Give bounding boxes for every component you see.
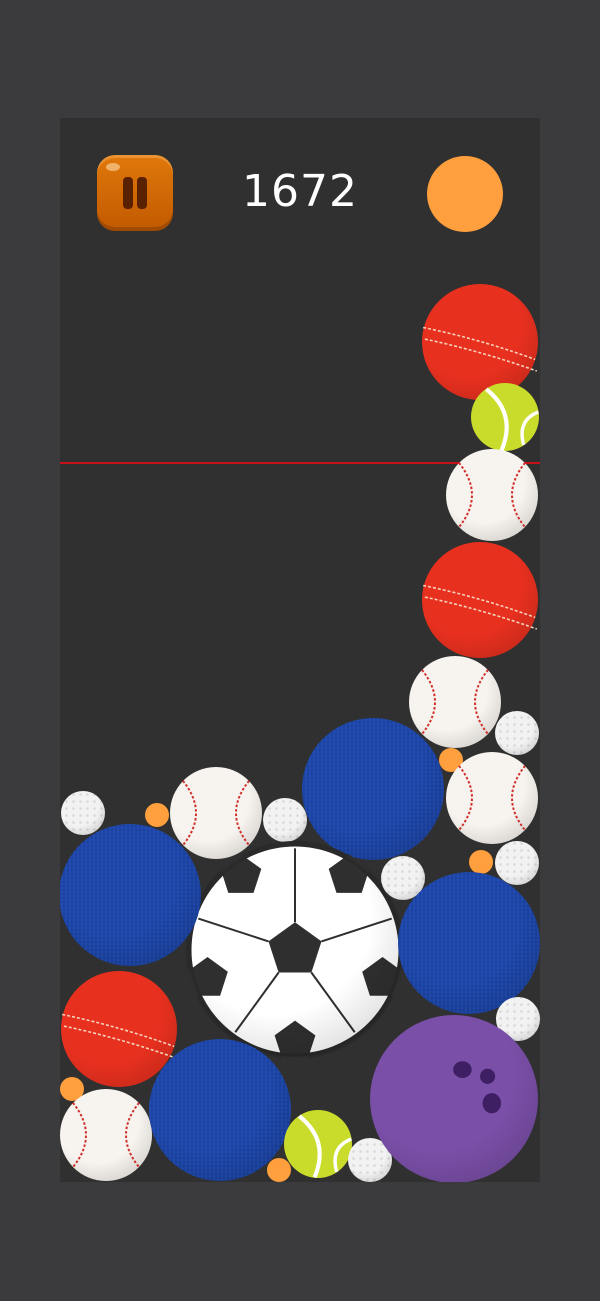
- baseball-ball: [409, 656, 501, 748]
- golf-ball: [263, 798, 307, 842]
- cricket-ball: [422, 284, 538, 400]
- balls-layer: [60, 284, 540, 1182]
- dodgeball-ball: [149, 1039, 291, 1181]
- dodgeball-ball: [60, 824, 201, 966]
- soccer-ball: [186, 841, 404, 1060]
- tennis-ball: [471, 383, 540, 452]
- baseball-ball: [170, 767, 262, 859]
- dodgeball-ball: [398, 872, 540, 1014]
- bowling-ball: [370, 1015, 538, 1182]
- baseball-ball: [446, 752, 538, 844]
- cricket-ball: [422, 542, 538, 658]
- golf-ball: [495, 711, 539, 755]
- orange-ball: [145, 803, 169, 827]
- tennis-ball: [284, 1110, 353, 1179]
- golf-ball: [495, 841, 539, 885]
- golf-ball: [61, 791, 105, 835]
- orange-ball: [267, 1158, 291, 1182]
- dodgeball-ball: [302, 718, 444, 860]
- cricket-ball: [61, 971, 177, 1087]
- baseball-ball: [60, 1089, 152, 1181]
- baseball-ball: [446, 449, 538, 541]
- orange-ball: [469, 850, 493, 874]
